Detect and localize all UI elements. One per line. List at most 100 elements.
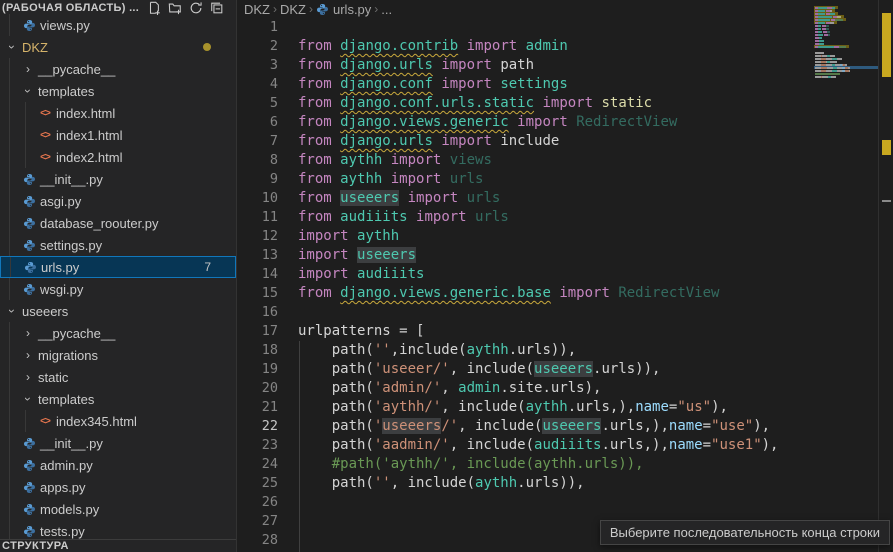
code-line[interactable]: 18 path('',include(aythh.urls)), xyxy=(237,341,893,360)
tree-item--pycache-[interactable]: ›__pycache__ xyxy=(0,58,236,80)
chevron-down-icon[interactable]: › xyxy=(5,303,19,319)
tree-item-index2-html[interactable]: <>index2.html xyxy=(0,146,236,168)
tree-item-useeers[interactable]: ›useeers xyxy=(0,300,236,322)
line-number[interactable]: 25 xyxy=(237,474,278,493)
line-number[interactable]: 23 xyxy=(237,436,278,455)
line-number[interactable]: 12 xyxy=(237,227,278,246)
line-number[interactable]: 20 xyxy=(237,379,278,398)
code-line[interactable]: 26 xyxy=(237,493,893,512)
chevron-down-icon[interactable]: › xyxy=(21,391,35,407)
code-line[interactable]: 20 path('admin/', admin.site.urls), xyxy=(237,379,893,398)
line-number[interactable]: 1 xyxy=(237,18,278,37)
tree-item-index1-html[interactable]: <>index1.html xyxy=(0,124,236,146)
tree-item--pycache-[interactable]: ›__pycache__ xyxy=(0,322,236,344)
code-line[interactable]: 22 path('useeers/', include(useeers.urls… xyxy=(237,417,893,436)
code-area[interactable]: 12from django.contrib import admin3from … xyxy=(237,18,893,552)
breadcrumb-item[interactable]: DKZ xyxy=(244,2,270,17)
code-line[interactable]: 10from useeers import urls xyxy=(237,189,893,208)
line-number[interactable]: 6 xyxy=(237,113,278,132)
refresh-icon[interactable] xyxy=(189,1,203,15)
code-line[interactable]: 24 #path('aythh/', include(aythh.urls)), xyxy=(237,455,893,474)
tree-item-templates[interactable]: ›templates xyxy=(0,80,236,102)
code-line[interactable]: 7from django.urls import include xyxy=(237,132,893,151)
chevron-right-icon[interactable]: › xyxy=(20,348,36,362)
code-token: "use1" xyxy=(711,437,762,453)
new-file-icon[interactable] xyxy=(147,1,161,15)
line-number[interactable]: 3 xyxy=(237,56,278,75)
code-line[interactable]: 8from aythh import views xyxy=(237,151,893,170)
line-number[interactable]: 16 xyxy=(237,303,278,322)
chevron-down-icon[interactable]: › xyxy=(21,83,35,99)
code-line[interactable]: 23 path('aadmin/', include(audiiits.urls… xyxy=(237,436,893,455)
minimap[interactable] xyxy=(814,0,878,552)
breadcrumb-item[interactable]: ... xyxy=(381,2,392,17)
tree-item--init-py[interactable]: __init__.py xyxy=(0,432,236,454)
chevron-right-icon[interactable]: › xyxy=(20,62,36,76)
tree-item-database-roouter-py[interactable]: database_roouter.py xyxy=(0,212,236,234)
line-number[interactable]: 21 xyxy=(237,398,278,417)
line-number[interactable]: 19 xyxy=(237,360,278,379)
code-line[interactable]: 12import aythh xyxy=(237,227,893,246)
code-line[interactable]: 1 xyxy=(237,18,893,37)
tree-item-migrations[interactable]: ›migrations xyxy=(0,344,236,366)
code-line[interactable]: 6from django.views.generic import Redire… xyxy=(237,113,893,132)
line-number[interactable]: 13 xyxy=(237,246,278,265)
tree-item-dkz[interactable]: ›DKZ xyxy=(0,36,236,58)
code-line[interactable]: 14import audiiits xyxy=(237,265,893,284)
tree-item-index-html[interactable]: <>index.html xyxy=(0,102,236,124)
breadcrumb-item[interactable]: urls.py xyxy=(316,1,371,17)
code-line[interactable]: 3from django.urls import path xyxy=(237,56,893,75)
tree-item-models-py[interactable]: models.py xyxy=(0,498,236,520)
tree-item-apps-py[interactable]: apps.py xyxy=(0,476,236,498)
line-number[interactable]: 10 xyxy=(237,189,278,208)
collapse-all-icon[interactable] xyxy=(210,1,224,15)
code-line[interactable]: 2from django.contrib import admin xyxy=(237,37,893,56)
tree-item-views-py[interactable]: views.py xyxy=(0,14,236,36)
line-number[interactable]: 18 xyxy=(237,341,278,360)
code-line[interactable]: 15from django.views.generic.base import … xyxy=(237,284,893,303)
new-folder-icon[interactable] xyxy=(168,1,182,15)
explorer-section-header[interactable]: (РАБОЧАЯ ОБЛАСТЬ) ... xyxy=(0,0,236,14)
line-number[interactable]: 26 xyxy=(237,493,278,512)
line-number[interactable]: 24 xyxy=(237,455,278,474)
line-number[interactable]: 9 xyxy=(237,170,278,189)
line-number[interactable]: 15 xyxy=(237,284,278,303)
line-number[interactable]: 2 xyxy=(237,37,278,56)
tree-item-wsgi-py[interactable]: wsgi.py xyxy=(0,278,236,300)
line-number[interactable]: 5 xyxy=(237,94,278,113)
code-line[interactable]: 16 xyxy=(237,303,893,322)
outline-section-header[interactable]: СТРУКТУРА xyxy=(0,539,236,552)
tree-item-index345-html[interactable]: <>index345.html xyxy=(0,410,236,432)
line-number[interactable]: 8 xyxy=(237,151,278,170)
code-line[interactable]: 4from django.conf import settings xyxy=(237,75,893,94)
line-number[interactable]: 28 xyxy=(237,531,278,550)
line-number[interactable]: 22 xyxy=(237,417,278,436)
chevron-down-icon[interactable]: › xyxy=(5,39,19,55)
html-file-icon: <> xyxy=(36,108,54,119)
code-line[interactable]: 25 path('', include(aythh.urls)), xyxy=(237,474,893,493)
tree-item-settings-py[interactable]: settings.py xyxy=(0,234,236,256)
tree-item--init-py[interactable]: __init__.py xyxy=(0,168,236,190)
tree-item-static[interactable]: ›static xyxy=(0,366,236,388)
breadcrumb-item[interactable]: DKZ xyxy=(280,2,306,17)
tree-item-asgi-py[interactable]: asgi.py xyxy=(0,190,236,212)
chevron-right-icon[interactable]: › xyxy=(20,370,36,384)
line-number[interactable]: 7 xyxy=(237,132,278,151)
overview-ruler-scrollbar[interactable] xyxy=(878,0,893,552)
line-number[interactable]: 17 xyxy=(237,322,278,341)
tree-item-admin-py[interactable]: admin.py xyxy=(0,454,236,476)
code-line[interactable]: 13import useeers xyxy=(237,246,893,265)
code-line[interactable]: 9from aythh import urls xyxy=(237,170,893,189)
chevron-right-icon[interactable]: › xyxy=(20,326,36,340)
line-number[interactable]: 4 xyxy=(237,75,278,94)
tree-item-urls-py[interactable]: urls.py7 xyxy=(0,256,236,278)
line-number[interactable]: 27 xyxy=(237,512,278,531)
code-line[interactable]: 11from audiiits import urls xyxy=(237,208,893,227)
code-line[interactable]: 17urlpatterns = [ xyxy=(237,322,893,341)
code-line[interactable]: 19 path('useeer/', include(useeers.urls)… xyxy=(237,360,893,379)
code-line[interactable]: 21 path('aythh/', include(aythh.urls,),n… xyxy=(237,398,893,417)
line-number[interactable]: 11 xyxy=(237,208,278,227)
code-line[interactable]: 5from django.conf.urls.static import sta… xyxy=(237,94,893,113)
line-number[interactable]: 14 xyxy=(237,265,278,284)
tree-item-templates[interactable]: ›templates xyxy=(0,388,236,410)
